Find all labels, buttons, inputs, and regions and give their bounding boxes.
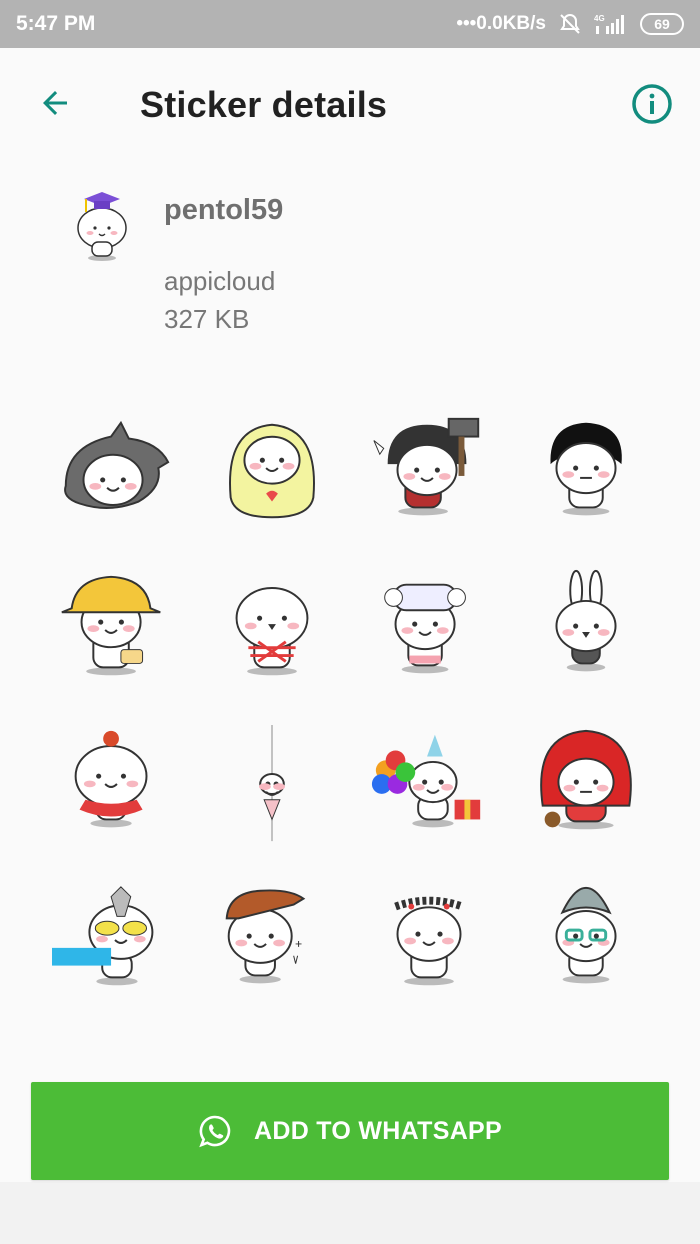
sticker-grid-items: [36, 394, 664, 1062]
sticker-grid: [36, 394, 664, 1062]
sticker-image: [372, 417, 479, 516]
sticker-image: [228, 423, 315, 519]
sticker-image: [52, 1033, 178, 1062]
app-bar: Sticker details: [0, 48, 700, 160]
network-type: 4G: [594, 14, 605, 23]
sticker-image: [235, 587, 308, 676]
sticker-hi-baby[interactable]: [193, 862, 350, 1018]
whatsapp-icon: [199, 1115, 231, 1148]
sticker-partial-2[interactable]: [193, 1018, 350, 1062]
sticker-viking-hammer[interactable]: [350, 394, 507, 550]
add-to-whatsapp-button[interactable]: ADD TO WHATSAPP: [31, 1082, 669, 1180]
arrow-back-icon: [43, 91, 67, 115]
info-icon: [632, 84, 672, 124]
sticker-yellow-hat[interactable]: [36, 550, 193, 706]
mute-notification-icon: [560, 13, 580, 34]
sticker-image: [74, 730, 147, 828]
status-bar: 5:47 PM •••0.0KB/s 4G 69: [0, 0, 700, 48]
sticker-image: [554, 886, 617, 984]
status-time: 5:47 PM: [16, 12, 96, 35]
sticker-partial-4[interactable]: [507, 1018, 664, 1062]
sticker-hair-rollers[interactable]: [350, 550, 507, 706]
sticker-tied-ribbon[interactable]: [193, 550, 350, 706]
sticker-party-balloons[interactable]: [350, 706, 507, 862]
sticker-image: [51, 886, 153, 986]
status-icons: •••0.0KB/s 4G 69: [456, 12, 684, 36]
sticker-tutu-dancer[interactable]: [36, 706, 193, 862]
pack-publisher: appicloud: [164, 266, 276, 296]
sticker-image: [539, 729, 632, 830]
signal-icon: 4G: [594, 14, 624, 34]
sticker-yellow-doll[interactable]: [193, 394, 350, 550]
add-to-whatsapp-label: ADD TO WHATSAPP: [253, 1116, 503, 1145]
sticker-black-hair[interactable]: [507, 394, 664, 550]
sticker-hanging-small[interactable]: [193, 706, 350, 862]
sticker-image: [371, 734, 480, 828]
network-speed: •••0.0KB/s: [456, 13, 546, 34]
pack-tray-icon: [62, 186, 142, 266]
sticker-image: [258, 724, 285, 842]
sticker-image: [383, 583, 466, 674]
sticker-ultraman[interactable]: [36, 862, 193, 1018]
pack-size: 327 KB: [164, 304, 250, 334]
sticker-image: [523, 1033, 649, 1062]
sticker-flower-crown[interactable]: [350, 862, 507, 1018]
page-title: Sticker details: [140, 84, 388, 125]
sticker-image: [63, 420, 169, 509]
sticker-image: [549, 422, 622, 516]
sticker-red-hood[interactable]: [507, 706, 664, 862]
pack-name: pentol59: [164, 194, 284, 226]
sticker-partial-1[interactable]: [36, 1018, 193, 1062]
sticker-bunny-ears[interactable]: [507, 550, 664, 706]
sticker-image: [554, 569, 617, 672]
sticker-image: [225, 889, 305, 984]
sticker-image: [393, 896, 464, 986]
battery-icon: 69: [640, 13, 684, 35]
sticker-wolf-hood[interactable]: [36, 394, 193, 550]
back-button[interactable]: [30, 78, 80, 128]
sticker-image: [60, 575, 161, 676]
sticker-image: [366, 1033, 492, 1062]
sticker-image: [209, 1033, 335, 1062]
sticker-details-screen: Sticker details pentol59 appicloud 327 K…: [0, 48, 700, 1182]
sticker-grandma-glasses[interactable]: [507, 862, 664, 1018]
sticker-partial-3[interactable]: [350, 1018, 507, 1062]
battery-level: 69: [654, 16, 670, 32]
info-button[interactable]: [628, 80, 676, 128]
